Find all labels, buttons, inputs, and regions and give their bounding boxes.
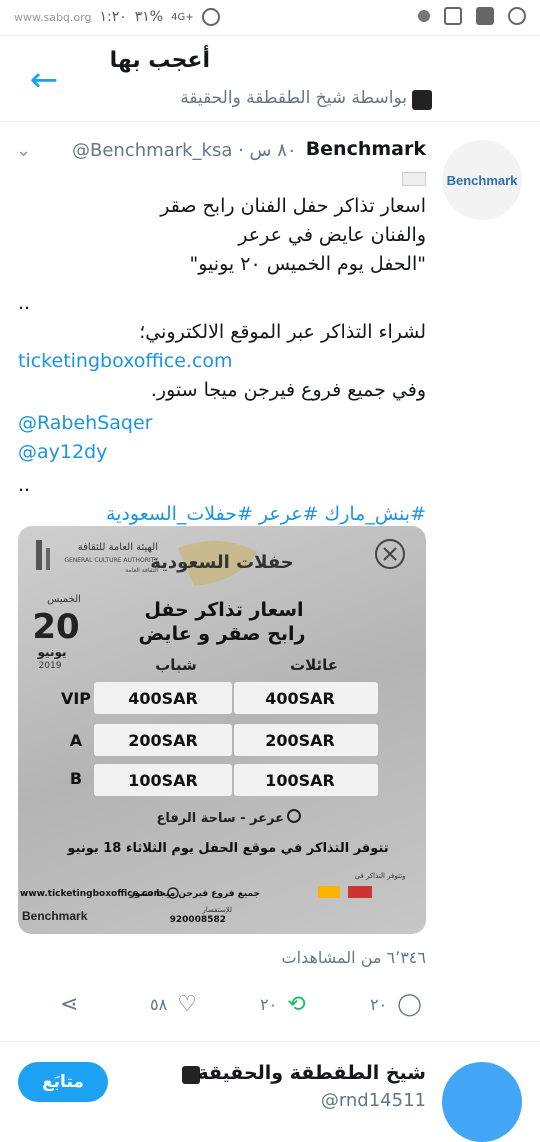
price-family: 200SAR bbox=[265, 731, 335, 750]
tweet-line: .. bbox=[18, 474, 31, 496]
price-row-a: A 200SAR 200SAR bbox=[70, 724, 378, 756]
row-label: VIP bbox=[61, 689, 91, 708]
like-button[interactable]: ٥٨ ♡ bbox=[150, 986, 197, 1022]
location-text: عرعر - ساحة الرفاع bbox=[156, 811, 284, 826]
author-name[interactable]: Benchmark bbox=[306, 138, 426, 160]
stores-label: وتتوفر التذاكر في bbox=[355, 872, 406, 880]
verified-avatar[interactable] bbox=[442, 1062, 522, 1142]
partner-logo bbox=[348, 886, 372, 898]
time-text: ١:٢٠ bbox=[99, 9, 127, 25]
col-youth-header: شباب bbox=[155, 656, 197, 674]
network-text: 4G+ bbox=[171, 11, 194, 23]
col-family-header: عائلات bbox=[290, 656, 338, 674]
row-label: A bbox=[70, 731, 83, 750]
share-icon: ⋖ bbox=[60, 991, 79, 1017]
message-icon bbox=[476, 7, 494, 25]
tweet-line: .. bbox=[18, 292, 31, 314]
back-arrow-icon[interactable]: ← bbox=[24, 60, 64, 100]
follow-button[interactable]: متابَع bbox=[18, 1062, 108, 1102]
status-left: www.sabq.org ١:٢٠ ٣١% 4G+ bbox=[14, 8, 220, 26]
authority-en: GENERAL CULTURE AUTHORITY bbox=[64, 557, 158, 564]
poster-heading-1: اسعار تذاكر حفل bbox=[144, 599, 303, 621]
price-family: 100SAR bbox=[265, 771, 335, 790]
tweet-text: اسعار تذاكر حفل الفنان رابح صقر والفنان … bbox=[18, 192, 426, 529]
battery-text: ٣١% bbox=[134, 9, 164, 25]
avatar-logo-text: Benchmark bbox=[446, 172, 518, 188]
author-handle-time: @Benchmark_ksa · ٨٠ س bbox=[72, 140, 297, 161]
alarm-icon bbox=[201, 8, 220, 26]
reply-icon: ◯ bbox=[397, 991, 422, 1017]
poster-heading-2: رابح صقر و عايض bbox=[139, 623, 306, 645]
suggested-handle: @rnd14511 bbox=[320, 1090, 426, 1111]
reply-count: ٢٠ bbox=[370, 994, 388, 1014]
hashtags[interactable]: #بنش_مارك #عرعر #حفلات_السعودية bbox=[18, 500, 426, 529]
like-count: ٥٨ bbox=[150, 994, 168, 1014]
partner-logo bbox=[318, 886, 340, 898]
tweet-line: "الحفل يوم الخميس ٢٠ يونيو" bbox=[189, 253, 427, 275]
date-number: 20 bbox=[32, 607, 79, 647]
price-youth: 400SAR bbox=[128, 689, 198, 708]
reply-button[interactable]: ٢٠ ◯ bbox=[370, 986, 422, 1022]
tweet-image[interactable]: الهيئة العامة للثقافة GENERAL CULTURE AU… bbox=[18, 526, 426, 934]
festival-logo-text: حفلات السعودية bbox=[150, 552, 294, 573]
phone-text: 920008582 bbox=[170, 915, 226, 925]
flag-icon bbox=[402, 172, 426, 186]
row-label: B bbox=[70, 769, 82, 788]
retweet-icon: ⟲ bbox=[287, 991, 306, 1017]
price-family: 400SAR bbox=[265, 689, 335, 708]
tweet-line: اسعار تذاكر حفل الفنان رابح صقر bbox=[160, 195, 426, 217]
tweet-actions: ⋖ ٥٨ ♡ ٢٠ ⟲ ٢٠ ◯ bbox=[60, 986, 430, 1022]
view-count: ٦٬٣٤٦ من المشاهدات bbox=[281, 948, 426, 967]
price-youth: 100SAR bbox=[128, 771, 198, 790]
month-label: يونيو bbox=[37, 645, 67, 660]
suggested-name[interactable]: شيخ الطقطقة والحقيقة bbox=[197, 1062, 426, 1084]
price-youth: 200SAR bbox=[128, 731, 198, 750]
phone-label: للإستفسار bbox=[201, 906, 232, 914]
mention-link[interactable]: @ay12dy bbox=[18, 438, 426, 467]
availability-text: تتوفر التذاكر في موقع الحفل يوم الثلاثاء… bbox=[66, 841, 388, 856]
price-row-vip: VIP 400SAR 400SAR bbox=[61, 682, 378, 714]
tweet-line: وفي جميع فروع فيرجن ميجا ستور. bbox=[150, 379, 426, 401]
mention-link[interactable]: @RabehSaqer bbox=[18, 409, 426, 438]
avatar[interactable]: Benchmark bbox=[442, 140, 522, 220]
status-right bbox=[418, 7, 526, 25]
page-subtitle: بواسطة شيخ الطقطقة والحقيقة bbox=[180, 88, 407, 108]
stores-text: جميع فروع فيرجن ميجا ستور bbox=[129, 889, 260, 899]
tweet-line: والفنان عايض في عرعر bbox=[238, 224, 426, 246]
carrier-text: www.sabq.org bbox=[14, 10, 92, 24]
status-bar: www.sabq.org ١:٢٠ ٣١% 4G+ bbox=[0, 0, 540, 36]
year-label: 2019 bbox=[39, 661, 62, 671]
settings-icon bbox=[418, 10, 430, 22]
app-header: ← أعجب بها بواسطة شيخ الطقطقة والحقيقة bbox=[0, 36, 540, 122]
day-label: الخميس bbox=[47, 594, 81, 605]
profile-badge-icon bbox=[412, 90, 432, 110]
whatsapp-icon bbox=[508, 7, 526, 25]
authority-name: الهيئة العامة للثقافة bbox=[78, 542, 158, 553]
authority-logo-icon bbox=[36, 540, 42, 570]
heart-icon: ♡ bbox=[177, 991, 197, 1017]
share-button[interactable]: ⋖ bbox=[60, 986, 78, 1022]
task-icon bbox=[444, 7, 462, 25]
page-title: أعجب بها bbox=[109, 48, 210, 73]
retweet-count: ٢٠ bbox=[260, 994, 278, 1014]
retweet-button[interactable]: ٢٠ ⟲ bbox=[260, 986, 306, 1022]
price-row-b: B 100SAR 100SAR bbox=[70, 764, 378, 796]
suggested-account[interactable]: شيخ الطقطقة والحقيقة @rnd14511 متابَع bbox=[0, 1042, 540, 1142]
poster-graphic: الهيئة العامة للثقافة GENERAL CULTURE AU… bbox=[20, 539, 406, 925]
website-link[interactable]: ticketingboxoffice.com bbox=[18, 347, 426, 376]
tweet[interactable]: Benchmark Benchmark @Benchmark_ksa · ٨٠ … bbox=[0, 122, 540, 1042]
tweet-line: لشراء التذاكر عبر الموقع الالكتروني؛ bbox=[139, 321, 426, 343]
chevron-down-icon[interactable]: ⌄ bbox=[16, 140, 31, 161]
brand-text: Benchmark bbox=[22, 909, 88, 923]
location-pin-icon bbox=[287, 809, 301, 823]
